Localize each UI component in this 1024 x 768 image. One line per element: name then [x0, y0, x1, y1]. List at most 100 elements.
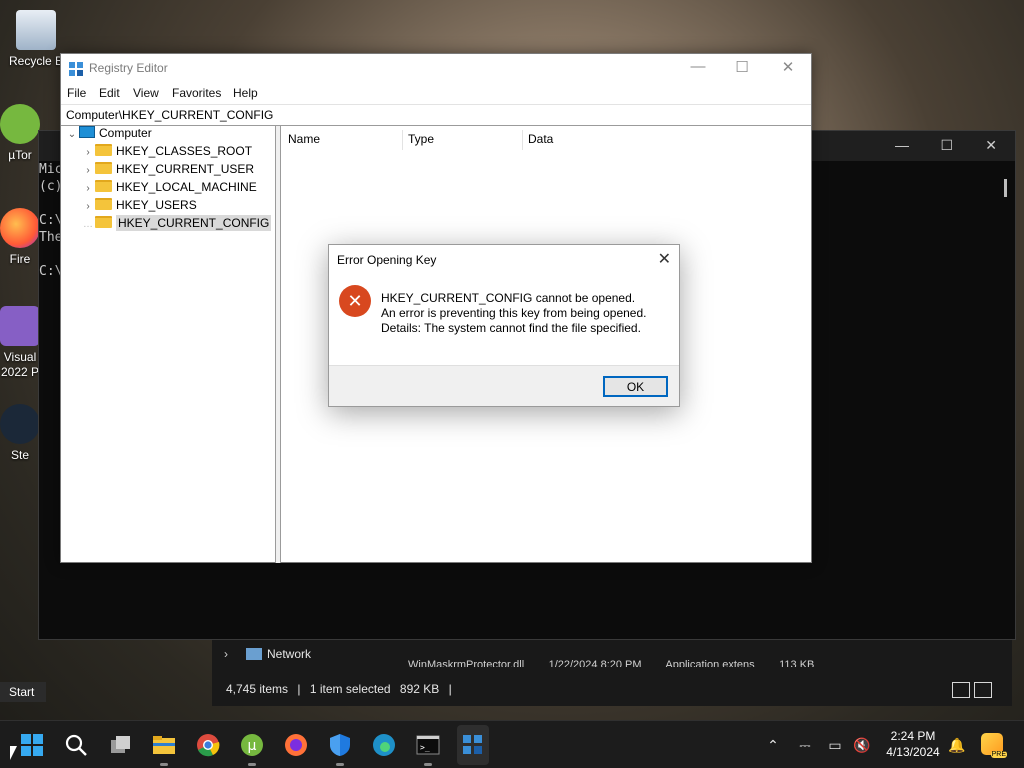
tree-item-label: HKEY_CURRENT_USER — [116, 162, 255, 176]
chevron-down-icon[interactable]: ⌄ — [65, 129, 79, 140]
folder-icon — [95, 216, 112, 228]
tiles-view-icon[interactable] — [974, 682, 992, 698]
clock-time: 2:24 PM — [890, 729, 936, 743]
svg-text:µ: µ — [248, 738, 257, 754]
column-header-type[interactable]: Type — [408, 132, 434, 150]
start-button[interactable] — [20, 733, 44, 757]
task-view-icon[interactable] — [108, 733, 132, 757]
column-divider[interactable] — [402, 130, 403, 150]
address-bar[interactable]: Computer\HKEY_CURRENT_CONFIG — [61, 104, 811, 126]
folder-icon — [95, 198, 112, 210]
utorrent-icon — [0, 104, 40, 144]
steam-icon — [0, 404, 40, 444]
key-tree[interactable]: ⌄ Computer › HKEY_CLASSES_ROOT › HKEY_CURRE… — [61, 126, 276, 563]
regedit-titlebar[interactable]: Registry Editor — ☐ ✕ — [61, 54, 811, 82]
tree-item-label: HKEY_USERS — [116, 198, 197, 212]
chevron-right-icon[interactable]: › — [224, 647, 228, 661]
pane-splitter[interactable] — [276, 126, 281, 563]
desktop-icon-steam[interactable]: Ste — [0, 404, 40, 462]
copilot-badge: PRE — [990, 751, 1007, 758]
column-header-data[interactable]: Data — [528, 132, 553, 150]
firefox-icon[interactable] — [284, 733, 308, 757]
desktop-icon-firefox[interactable]: Fire — [0, 208, 40, 266]
terminal-icon[interactable]: >_ — [416, 733, 440, 766]
desktop-icon-label: Recycle B — [8, 54, 64, 68]
minimize-icon[interactable]: — — [895, 137, 909, 153]
ok-button[interactable]: OK — [603, 376, 668, 397]
taskbar: µ >_ ⌃ ⎓ ▭ 🔇 2:24 PM 4/13/2024 🔔 PRE — [0, 720, 1024, 768]
file-explorer-icon[interactable] — [152, 733, 176, 766]
error-details: Details: The system cannot find the file… — [381, 321, 641, 335]
window-title: Registry Editor — [89, 61, 168, 75]
scrollbar-thumb[interactable] — [1004, 179, 1007, 197]
svg-text:>_: >_ — [420, 743, 430, 752]
menu-favorites[interactable]: Favorites — [172, 86, 221, 100]
error-message-line: An error is preventing this key from bei… — [381, 306, 647, 320]
menu-file[interactable]: File — [67, 86, 86, 100]
utorrent-icon[interactable]: µ — [240, 733, 264, 766]
dialog-title: Error Opening Key — [337, 253, 437, 267]
registry-editor-taskbar-icon[interactable] — [457, 725, 489, 765]
close-icon[interactable]: ✕ — [773, 58, 803, 76]
start-tooltip: Start — [0, 682, 46, 702]
copilot-icon[interactable]: PRE — [981, 733, 1007, 758]
maximize-icon[interactable]: ☐ — [727, 58, 757, 76]
selection-size: 892 KB — [399, 682, 440, 696]
chevron-right-icon[interactable]: › — [81, 183, 95, 194]
cmd-line: (c) — [39, 179, 63, 194]
minimize-icon[interactable]: — — [683, 58, 713, 75]
tree-connector: … — [83, 219, 93, 230]
cmd-line: C:\ — [39, 264, 63, 279]
search-icon[interactable] — [64, 733, 88, 757]
tree-item-hkey-current-config[interactable]: … HKEY_CURRENT_CONFIG — [81, 215, 272, 234]
desktop-icon-label: Ste — [10, 448, 29, 462]
file-row-partial[interactable]: WinMaskrmProtector.dll 1/22/2024 8:20 PM… — [408, 659, 998, 667]
error-dialog[interactable]: Error Opening Key ✕ ✕ HKEY_CURRENT_CONFI… — [328, 244, 680, 407]
edge-icon[interactable] — [372, 733, 396, 757]
tree-item-label: Computer — [99, 126, 152, 140]
tree-item-hkey-local-machine[interactable]: › HKEY_LOCAL_MACHINE — [81, 180, 257, 198]
desktop-icon-label: Fire — [9, 252, 31, 266]
firefox-icon — [0, 208, 40, 248]
clock[interactable]: 2:24 PM 4/13/2024 — [877, 729, 949, 759]
recycle-bin-icon — [16, 10, 56, 50]
maximize-icon[interactable]: ☐ — [940, 137, 953, 154]
tree-item-computer[interactable]: ⌄ Computer — [65, 126, 152, 144]
desktop-icon-utorrent[interactable]: µTor — [0, 104, 40, 162]
view-buttons — [948, 682, 992, 701]
close-icon[interactable]: ✕ — [658, 249, 671, 269]
cmd-output: Mic (c) C:\ The C:\ — [39, 161, 62, 280]
error-icon: ✕ — [339, 285, 371, 317]
visual-studio-icon — [0, 306, 40, 346]
tree-item-hkey-classes-root[interactable]: › HKEY_CLASSES_ROOT — [81, 144, 252, 162]
chevron-right-icon[interactable]: › — [81, 201, 95, 212]
chrome-icon[interactable] — [196, 733, 220, 757]
network-off-icon[interactable]: ⎓ — [797, 737, 813, 754]
desktop-icon-recycle-bin[interactable]: Recycle B — [6, 10, 66, 68]
file-explorer-window[interactable]: › Network WinMaskrmProtector.dll 1/22/20… — [212, 640, 1012, 706]
tree-item-label: HKEY_CURRENT_CONFIG — [116, 215, 272, 231]
error-message-line: HKEY_CURRENT_CONFIG cannot be opened. — [381, 291, 636, 305]
menu-help[interactable]: Help — [233, 86, 258, 100]
notification-bell-icon[interactable]: 🔔 — [948, 737, 965, 754]
tree-item-hkey-current-user[interactable]: › HKEY_CURRENT_USER — [81, 162, 254, 180]
details-view-icon[interactable] — [952, 682, 970, 698]
desktop-icon-visual-studio[interactable]: Visual 2022 P — [0, 306, 40, 380]
menu-view[interactable]: View — [133, 86, 159, 100]
display-icon[interactable]: ▭ — [827, 737, 843, 754]
windows-security-icon[interactable] — [328, 733, 352, 766]
column-header-name[interactable]: Name — [288, 132, 320, 150]
nav-item-network[interactable]: Network — [267, 647, 311, 661]
chevron-right-icon[interactable]: › — [81, 165, 95, 176]
volume-muted-icon[interactable]: 🔇 — [853, 737, 870, 754]
network-icon — [246, 648, 262, 660]
folder-icon — [95, 162, 112, 174]
close-icon[interactable]: ✕ — [985, 137, 997, 154]
menu-edit[interactable]: Edit — [99, 86, 120, 100]
chevron-up-icon[interactable]: ⌃ — [765, 737, 781, 754]
chevron-right-icon[interactable]: › — [81, 147, 95, 158]
regedit-app-icon — [68, 61, 84, 77]
tree-item-hkey-users[interactable]: › HKEY_USERS — [81, 198, 197, 216]
desktop-icon-label: µTor — [8, 148, 32, 162]
column-divider[interactable] — [522, 130, 523, 150]
